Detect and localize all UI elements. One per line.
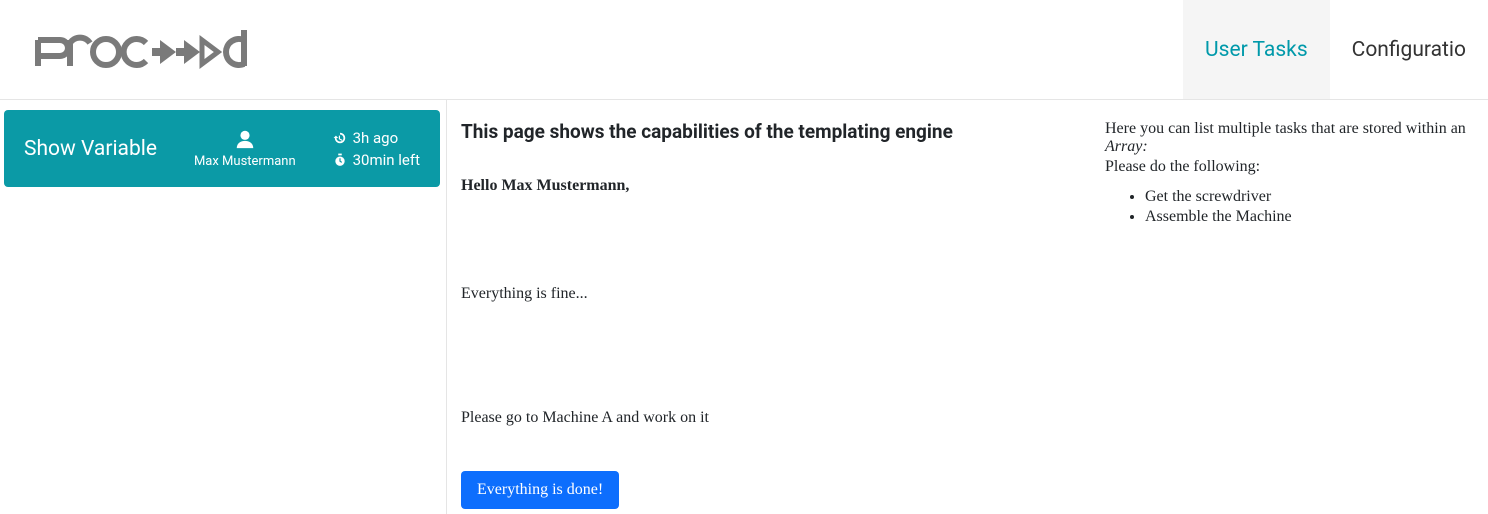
list-item: Get the screwdriver <box>1145 188 1474 206</box>
tab-configuration[interactable]: Configuratio <box>1330 0 1488 99</box>
list-item: Assemble the Machine <box>1145 208 1474 226</box>
user-icon <box>234 128 256 150</box>
right-intro-prefix: Here you can list multiple tasks that ar… <box>1105 120 1466 137</box>
header: User Tasks Configuratio <box>0 0 1488 100</box>
sidebar: Show Variable Max Mustermann 3h ago <box>0 100 447 514</box>
right-intro-em: Array: <box>1105 138 1148 155</box>
task-list: Get the screwdriver Assemble the Machine <box>1105 188 1474 226</box>
page-title: This page shows the capabilities of the … <box>461 120 1057 143</box>
task-card-time-ago-row: 3h ago <box>333 129 420 147</box>
task-card-title: Show Variable <box>24 137 157 161</box>
task-card-time-left: 30min left <box>353 151 420 169</box>
right-sub: Please do the following: <box>1105 158 1474 176</box>
task-card[interactable]: Show Variable Max Mustermann 3h ago <box>4 110 440 187</box>
greeting: Hello Max Mustermann, <box>461 177 1057 195</box>
main: Show Variable Max Mustermann 3h ago <box>0 100 1488 514</box>
task-card-meta: 3h ago 30min left <box>333 129 420 169</box>
content: This page shows the capabilities of the … <box>447 100 1488 514</box>
status-text: Everything is fine... <box>461 285 1057 303</box>
task-card-time-left-row: 30min left <box>333 151 420 169</box>
done-button[interactable]: Everything is done! <box>461 471 619 509</box>
content-right: Here you can list multiple tasks that ar… <box>1105 120 1474 494</box>
task-card-time-ago: 3h ago <box>353 129 399 147</box>
task-card-user-name: Max Mustermann <box>194 154 296 169</box>
instruction-text: Please go to Machine A and work on it <box>461 409 1057 427</box>
content-left: This page shows the capabilities of the … <box>461 120 1057 494</box>
history-icon <box>333 131 347 145</box>
stopwatch-icon <box>333 153 347 167</box>
tab-user-tasks[interactable]: User Tasks <box>1183 0 1330 99</box>
logo <box>34 26 258 74</box>
logo-icon <box>34 26 258 74</box>
nav-tabs: User Tasks Configuratio <box>1183 0 1488 99</box>
task-card-user: Max Mustermann <box>194 128 296 169</box>
right-intro: Here you can list multiple tasks that ar… <box>1105 120 1474 156</box>
